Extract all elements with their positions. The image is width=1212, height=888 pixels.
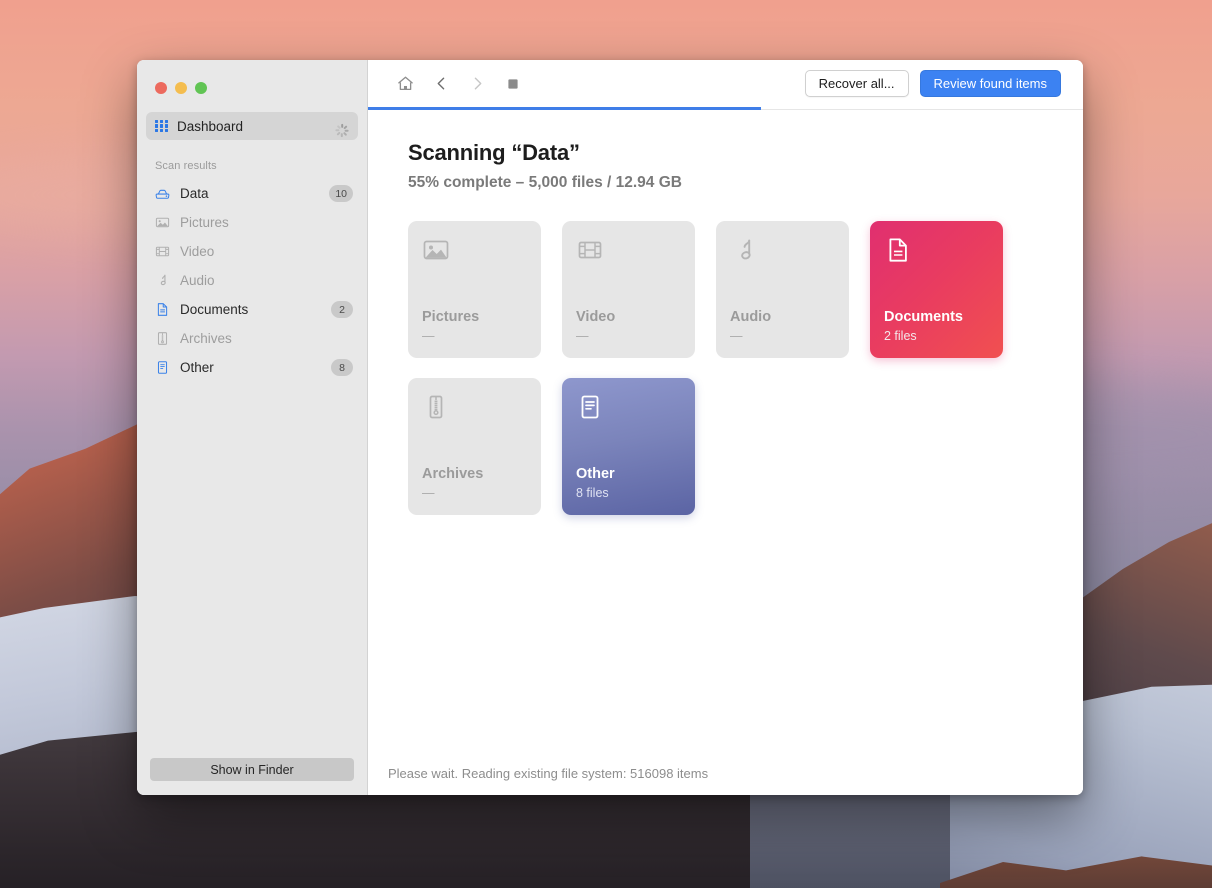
- category-tiles: Pictures — Video —: [408, 221, 1028, 515]
- status-bar: Please wait. Reading existing file syste…: [368, 751, 1083, 795]
- tile-count: 2 files: [884, 329, 989, 343]
- sidebar-item-label: Data: [180, 186, 319, 201]
- window-controls: [137, 60, 367, 104]
- document-icon: [884, 236, 989, 274]
- film-icon: [155, 244, 170, 260]
- home-icon[interactable]: [387, 69, 423, 99]
- sidebar-item-label: Video: [180, 244, 353, 259]
- review-found-items-button[interactable]: Review found items: [920, 70, 1061, 97]
- back-icon[interactable]: [423, 69, 459, 99]
- toolbar: Recover all... Review found items: [368, 60, 1083, 107]
- tile-count: 8 files: [576, 486, 681, 500]
- sidebar-item-label: Documents: [180, 302, 321, 317]
- sidebar: Dashboard Scan results Data: [137, 60, 368, 795]
- sidebar-item-archives[interactable]: Archives: [137, 324, 367, 353]
- lined-doc-icon: [155, 360, 170, 376]
- film-icon: [576, 236, 681, 274]
- tile-video[interactable]: Video —: [562, 221, 695, 358]
- page-title: Scanning “Data”: [408, 140, 1083, 166]
- sidebar-item-badge: 2: [331, 301, 353, 318]
- picture-icon: [155, 215, 170, 231]
- tile-other[interactable]: Other 8 files: [562, 378, 695, 515]
- sidebar-item-label: Dashboard: [177, 119, 326, 134]
- sidebar-item-pictures[interactable]: Pictures: [137, 208, 367, 237]
- archive-icon: [155, 331, 170, 347]
- archive-icon: [422, 393, 527, 431]
- tile-documents[interactable]: Documents 2 files: [870, 221, 1003, 358]
- sidebar-item-dashboard[interactable]: Dashboard: [146, 112, 358, 140]
- sidebar-item-badge: 10: [329, 185, 353, 202]
- sidebar-spacer: [137, 382, 367, 758]
- tile-count: —: [422, 486, 527, 500]
- tile-audio[interactable]: Audio —: [716, 221, 849, 358]
- sidebar-item-other[interactable]: Other 8: [137, 353, 367, 382]
- sidebar-section-label: Scan results: [137, 140, 367, 179]
- spinner-icon: [335, 119, 349, 133]
- main-pane: Recover all... Review found items Scanni…: [368, 60, 1083, 795]
- status-text: Please wait. Reading existing file syste…: [388, 766, 708, 781]
- tile-count: —: [730, 329, 835, 343]
- close-window-button[interactable]: [155, 82, 167, 94]
- app-window: Dashboard Scan results Data: [137, 60, 1083, 795]
- content-area: Scanning “Data” 55% complete – 5,000 fil…: [368, 110, 1083, 751]
- sidebar-item-data[interactable]: Data 10: [137, 179, 367, 208]
- music-note-icon: [730, 236, 835, 274]
- music-note-icon: [155, 273, 170, 289]
- minimize-window-button[interactable]: [175, 82, 187, 94]
- maximize-window-button[interactable]: [195, 82, 207, 94]
- sidebar-item-label: Pictures: [180, 215, 353, 230]
- sidebar-item-label: Audio: [180, 273, 353, 288]
- sidebar-item-audio[interactable]: Audio: [137, 266, 367, 295]
- tile-count: —: [422, 329, 527, 343]
- page-subtitle: 55% complete – 5,000 files / 12.94 GB: [408, 174, 1083, 192]
- tile-label: Other: [576, 466, 681, 482]
- sidebar-item-video[interactable]: Video: [137, 237, 367, 266]
- sidebar-item-label: Other: [180, 360, 321, 375]
- picture-icon: [422, 236, 527, 274]
- tile-label: Video: [576, 309, 681, 325]
- sidebar-item-documents[interactable]: Documents 2: [137, 295, 367, 324]
- forward-icon[interactable]: [459, 69, 495, 99]
- tile-label: Audio: [730, 309, 835, 325]
- tile-count: —: [576, 329, 681, 343]
- tile-label: Pictures: [422, 309, 527, 325]
- sidebar-item-label: Archives: [180, 331, 353, 346]
- disk-drive-icon: [155, 186, 170, 202]
- lined-doc-icon: [576, 393, 681, 431]
- show-in-finder-button[interactable]: Show in Finder: [150, 758, 354, 781]
- grid-icon: [155, 120, 168, 133]
- desktop-wallpaper: Dashboard Scan results Data: [0, 0, 1212, 888]
- stop-icon[interactable]: [495, 69, 531, 99]
- sidebar-item-badge: 8: [331, 359, 353, 376]
- recover-all-button[interactable]: Recover all...: [805, 70, 909, 97]
- document-icon: [155, 302, 170, 318]
- tile-label: Documents: [884, 309, 989, 325]
- tile-pictures[interactable]: Pictures —: [408, 221, 541, 358]
- tile-archives[interactable]: Archives —: [408, 378, 541, 515]
- tile-label: Archives: [422, 466, 527, 482]
